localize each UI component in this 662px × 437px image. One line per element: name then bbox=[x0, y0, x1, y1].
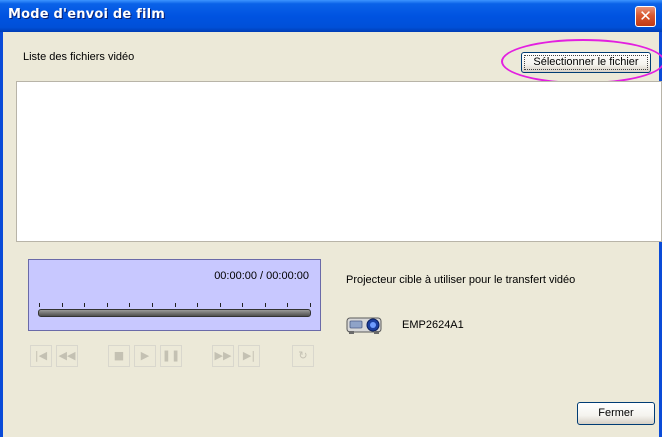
timeline-panel: 00:00:00 / 00:00:00 bbox=[28, 259, 321, 331]
fast-forward-icon: ▶▶ bbox=[214, 349, 232, 362]
skip-end-icon: ▶| bbox=[242, 349, 256, 362]
skip-start-button[interactable]: |◀ bbox=[30, 345, 52, 367]
skip-end-button[interactable]: ▶| bbox=[238, 345, 260, 367]
timeline-tick bbox=[129, 303, 131, 307]
rewind-icon: ◀◀ bbox=[58, 349, 76, 362]
timeline-tick bbox=[39, 303, 40, 307]
seek-bar[interactable] bbox=[38, 309, 311, 317]
timeline-tick bbox=[61, 303, 63, 307]
time-readout: 00:00:00 / 00:00:00 bbox=[214, 270, 309, 282]
video-file-list-label: Liste des fichiers vidéo bbox=[23, 51, 135, 63]
repeat-button[interactable]: ↻ bbox=[292, 345, 314, 367]
timeline-tick bbox=[84, 303, 86, 307]
timeline-ticks bbox=[39, 303, 311, 307]
timeline-tick bbox=[310, 303, 311, 307]
pause-icon: ❚❚ bbox=[161, 349, 181, 362]
pause-button[interactable]: ❚❚ bbox=[160, 345, 182, 367]
title-bar[interactable]: Mode d'envoi de film ✕ bbox=[0, 0, 662, 32]
select-file-button[interactable]: Sélectionner le fichier bbox=[521, 52, 651, 73]
timeline-tick bbox=[264, 303, 266, 307]
close-button[interactable]: ✕ bbox=[635, 6, 656, 27]
projector-name: EMP2624A1 bbox=[402, 319, 464, 331]
stop-button[interactable]: ■ bbox=[108, 345, 130, 367]
window-title: Mode d'envoi de film bbox=[8, 7, 166, 22]
play-button[interactable]: ▶ bbox=[134, 345, 156, 367]
rewind-button[interactable]: ◀◀ bbox=[56, 345, 78, 367]
repeat-icon: ↻ bbox=[298, 349, 308, 362]
movie-send-window: Mode d'envoi de film ✕ Liste des fichier… bbox=[0, 0, 662, 437]
projector-icon bbox=[346, 317, 382, 334]
target-projector-label: Projecteur cible à utiliser pour le tran… bbox=[346, 274, 576, 286]
play-icon: ▶ bbox=[140, 349, 150, 362]
timeline-tick bbox=[174, 303, 176, 307]
timeline-tick bbox=[197, 303, 199, 307]
stop-icon: ■ bbox=[113, 349, 125, 362]
timeline-tick bbox=[219, 303, 221, 307]
timeline-tick bbox=[242, 303, 244, 307]
fast-forward-button[interactable]: ▶▶ bbox=[212, 345, 234, 367]
timeline-tick bbox=[151, 303, 153, 307]
skip-start-icon: |◀ bbox=[34, 349, 48, 362]
close-dialog-button[interactable]: Fermer bbox=[577, 402, 655, 425]
video-file-list[interactable] bbox=[16, 81, 662, 242]
timeline-tick bbox=[287, 303, 289, 307]
timeline-tick bbox=[106, 303, 108, 307]
close-icon: ✕ bbox=[639, 7, 652, 25]
